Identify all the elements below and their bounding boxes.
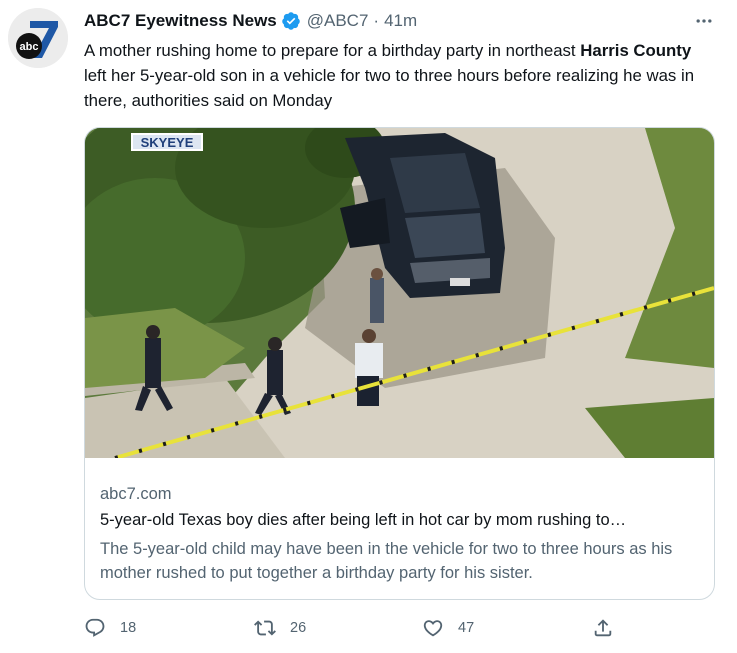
skyeye-badge: SKYEYE [141, 135, 194, 150]
verified-badge-icon [281, 11, 301, 31]
tweet[interactable]: abc ABC7 Eyewitness News @ABC7 · 41m A m… [0, 0, 737, 653]
more-dots-icon [696, 19, 712, 23]
tweet-text: A mother rushing home to prepare for a b… [84, 38, 714, 113]
heart-icon [423, 620, 443, 637]
tweet-text-part1: A mother rushing home to prepare for a b… [84, 41, 581, 60]
like-button[interactable]: 47 [422, 613, 474, 643]
tweet-text-part2: left her 5-year-old son in a vehicle for… [84, 66, 695, 110]
retweet-icon [254, 620, 276, 636]
retweet-count: 26 [290, 620, 307, 636]
card-image[interactable]: SKYEYE [85, 128, 714, 458]
abc7-logo-icon: abc [8, 8, 68, 68]
reply-icon [85, 618, 105, 637]
timestamp[interactable]: 41m [384, 11, 417, 31]
display-name[interactable]: ABC7 Eyewitness News [84, 11, 277, 31]
svg-text:abc: abc [20, 41, 39, 53]
card-title[interactable]: 5-year-old Texas boy dies after being le… [100, 509, 700, 531]
reply-button[interactable]: 18 [84, 613, 136, 643]
card-domain: abc7.com [100, 485, 172, 503]
aerial-scene-image: SKYEYE [85, 128, 714, 458]
retweet-button[interactable]: 26 [254, 613, 306, 643]
card-body: abc7.com 5-year-old Texas boy dies after… [100, 483, 700, 585]
handle[interactable]: @ABC7 [307, 11, 369, 31]
tweet-text-bold: Harris County [580, 41, 692, 60]
share-button[interactable] [592, 613, 614, 643]
share-icon [594, 619, 612, 637]
separator-dot: · [373, 11, 380, 30]
reply-count: 18 [120, 620, 137, 636]
card-description: The 5-year-old child may have been in th… [100, 540, 673, 582]
tweet-header: ABC7 Eyewitness News @ABC7 · 41m [84, 10, 417, 32]
link-card[interactable]: SKYEYE abc7.com 5-year-old Texas boy die… [84, 127, 715, 600]
action-bar: 18 26 47 [84, 613, 624, 643]
like-count: 47 [458, 620, 475, 636]
more-button[interactable] [693, 10, 715, 32]
avatar[interactable]: abc [8, 8, 68, 68]
